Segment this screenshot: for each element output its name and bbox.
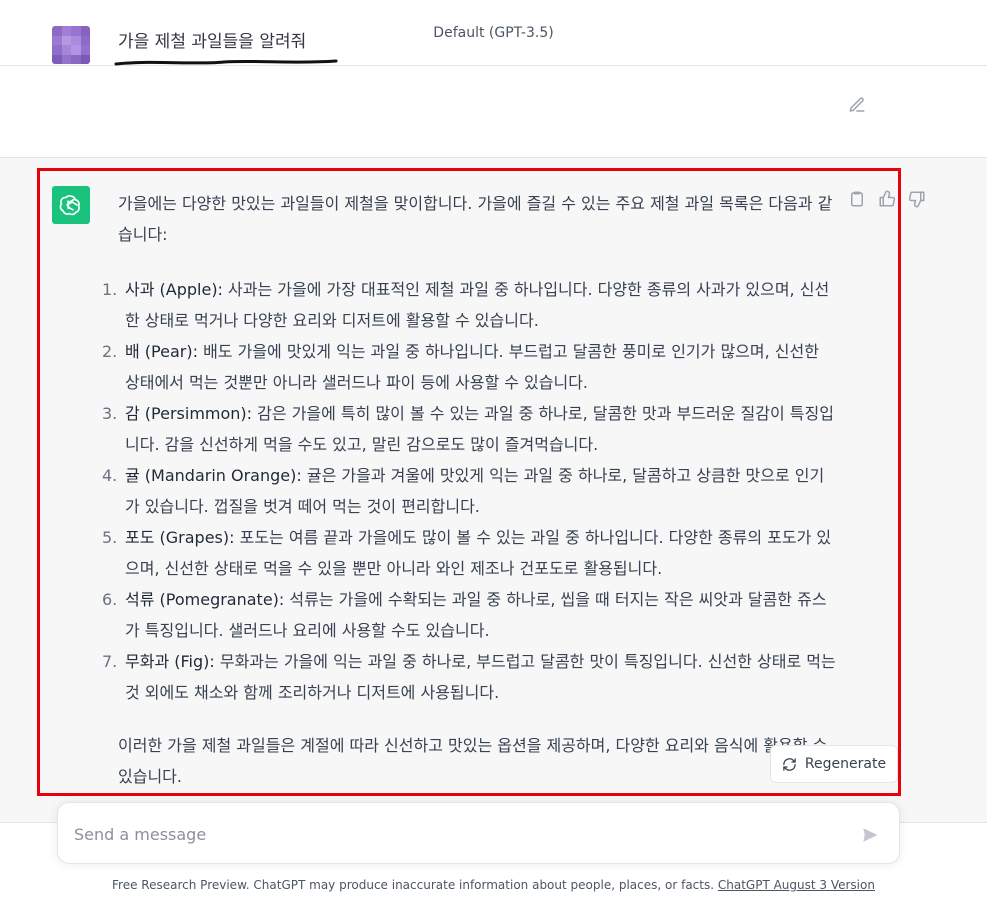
user-message-row bbox=[0, 66, 987, 158]
refresh-icon bbox=[782, 757, 797, 772]
regenerate-label: Regenerate bbox=[804, 756, 887, 772]
message-input[interactable] bbox=[74, 817, 834, 851]
list-item: 5. 포도 (Grapes): 포도는 여름 끝과 가을에도 많이 볼 수 있는 … bbox=[102, 528, 832, 578]
openai-logo-icon bbox=[52, 186, 90, 224]
footer-disclaimer: Free Research Preview. ChatGPT may produ… bbox=[0, 878, 987, 892]
list-item: 1. 사과 (Apple): 사과는 가을에 가장 대표적인 제철 과일 중 하나… bbox=[102, 280, 830, 330]
list-item: 3. 감 (Persimmon): 감은 가을에 특히 많이 볼 수 있는 과일 … bbox=[102, 404, 834, 454]
assistant-answer: 가을에는 다양한 맛있는 과일들이 제철을 맞이합니다. 가을에 즐길 수 있는… bbox=[102, 188, 836, 792]
list-item: 6. 석류 (Pomegranate): 석류는 가을에 수확되는 과일 중 하나… bbox=[102, 590, 827, 640]
thumbs-down-icon[interactable] bbox=[908, 190, 928, 210]
clipboard-icon[interactable] bbox=[848, 190, 868, 210]
message-composer bbox=[57, 802, 900, 864]
handwritten-underline bbox=[114, 59, 338, 66]
fruit-list: 1. 사과 (Apple): 사과는 가을에 가장 대표적인 제철 과일 중 하나… bbox=[102, 274, 836, 708]
list-item: 2. 배 (Pear): 배도 가을에 맛있게 익는 과일 중 하나입니다. 부드… bbox=[102, 342, 819, 392]
thumbs-up-icon[interactable] bbox=[878, 190, 898, 210]
answer-intro: 가을에는 다양한 맛있는 과일들이 제철을 맞이합니다. 가을에 즐길 수 있는… bbox=[118, 194, 833, 244]
user-message-text: 가을 제철 과일들을 알려줘 bbox=[118, 32, 307, 52]
message-actions bbox=[848, 190, 928, 210]
model-label: Default (GPT-3.5) bbox=[433, 24, 554, 41]
answer-outro: 이러한 가을 제철 과일들은 계절에 따라 신선하고 맛있는 옵션을 제공하며,… bbox=[118, 736, 828, 786]
footer-text: Free Research Preview. ChatGPT may produ… bbox=[112, 878, 718, 892]
pencil-edit-icon[interactable] bbox=[848, 96, 866, 114]
list-item: 4. 귤 (Mandarin Orange): 귤은 가을과 겨울에 맛있게 익는… bbox=[102, 466, 825, 516]
regenerate-button[interactable]: Regenerate bbox=[770, 745, 898, 783]
version-link[interactable]: ChatGPT August 3 Version bbox=[718, 878, 875, 892]
list-item: 7. 무화과 (Fig): 무화과는 가을에 익는 과일 중 하나로, 부드럽고 … bbox=[102, 652, 836, 702]
user-avatar bbox=[52, 26, 90, 64]
paper-plane-icon[interactable] bbox=[858, 823, 882, 847]
